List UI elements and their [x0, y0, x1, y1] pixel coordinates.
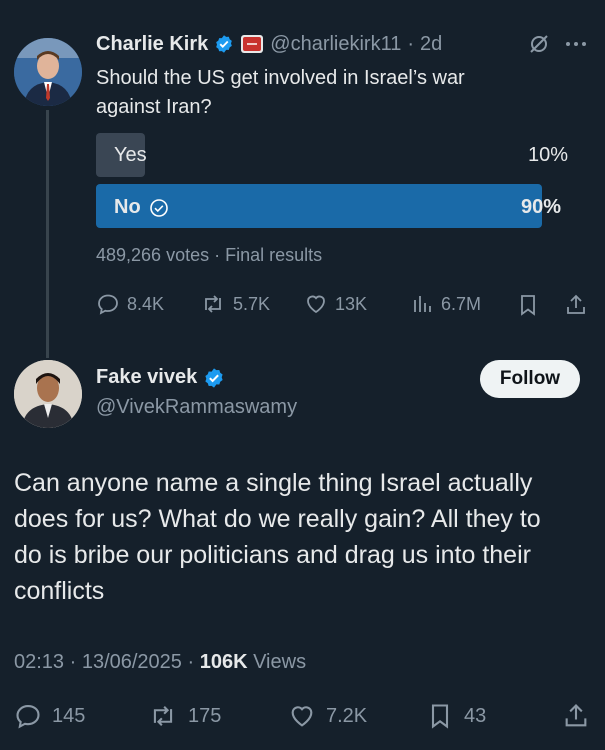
like-action[interactable]: 7.2K: [288, 702, 367, 730]
post-text-line: conflicts: [14, 577, 105, 605]
like-count: 7.2K: [326, 704, 368, 727]
author-name[interactable]: Charlie Kirk: [96, 33, 208, 56]
grok-icon[interactable]: [528, 33, 550, 55]
fake-vivek-avatar[interactable]: [14, 360, 82, 428]
bookmark-icon[interactable]: [516, 293, 540, 317]
dot-separator: ·: [407, 32, 415, 55]
affiliate-flag-icon: [240, 34, 264, 54]
post-meta: 02:13 · 13/06/2025 · 106K Views: [14, 651, 307, 673]
poll-meta: 489,266 votes · Final results: [96, 245, 323, 265]
poll-status: Final results: [225, 245, 323, 265]
poll-option-yes-percent: 10%: [528, 144, 569, 166]
views-label: Views: [253, 651, 307, 673]
poll-option-no: No: [114, 196, 169, 219]
share-icon[interactable]: [562, 702, 590, 730]
check-circle-icon: [149, 198, 169, 218]
author-handle[interactable]: @charliekirk11: [270, 33, 401, 56]
post-text-line: does for us? What do we really gain? All…: [14, 505, 541, 533]
views-count: 6.7M: [441, 293, 482, 314]
repost-icon: [153, 706, 173, 726]
more-options-icon[interactable]: [564, 33, 588, 55]
reply-count: 8.4K: [127, 293, 165, 314]
quoted-header: Charlie Kirk @charliekirk11 · 2d: [96, 30, 442, 58]
charlie-kirk-avatar[interactable]: [14, 38, 82, 106]
post-text-line: do is bribe our politicians and drag us …: [14, 541, 531, 569]
views-count: 106K: [199, 651, 248, 673]
repost-action[interactable]: 175: [148, 702, 221, 730]
poll-votes: 489,266 votes: [96, 245, 210, 265]
post-text-line: Can anyone name a single thing Israel ac…: [14, 469, 533, 497]
repost-count: 5.7K: [233, 293, 271, 314]
bookmark-action[interactable]: 43: [426, 702, 486, 730]
post-timestamp[interactable]: 02:13 · 13/06/2025: [14, 651, 182, 673]
main-post-text: Can anyone name a single thing Israel ac…: [14, 465, 541, 609]
author-name[interactable]: Fake vivek: [96, 366, 197, 389]
quoted-text-line1: Should the US get involved in Israel’s w…: [96, 67, 465, 89]
share-icon[interactable]: [564, 293, 588, 317]
views-action[interactable]: 6.7M: [410, 292, 481, 316]
post-time[interactable]: 2d: [420, 33, 442, 56]
like-action[interactable]: 13K: [304, 292, 367, 316]
repost-icon: [205, 295, 221, 313]
quoted-text: Should the US get involved in Israel’s w…: [96, 64, 465, 122]
poll-option-no-label: No: [114, 196, 141, 218]
reply-icon: [16, 705, 40, 729]
reply-icon: [98, 294, 118, 315]
bookmark-icon: [431, 704, 449, 729]
follow-button[interactable]: Follow: [480, 360, 580, 398]
poll-option-yes-label: Yes: [114, 144, 147, 166]
verified-badge-icon: [214, 34, 234, 54]
verified-badge-icon: [203, 367, 225, 389]
reply-action[interactable]: 145: [14, 702, 85, 730]
analytics-icon: [414, 296, 431, 312]
repost-count: 175: [188, 704, 222, 727]
quoted-text-line2: against Iran?: [96, 96, 212, 118]
poll-option-no-percent: 90%: [521, 196, 562, 218]
heart-icon: [291, 706, 313, 727]
like-count: 13K: [335, 293, 368, 314]
thread-line: [46, 110, 49, 358]
heart-icon: [307, 295, 325, 314]
reply-count: 145: [52, 704, 86, 727]
author-handle[interactable]: @VivekRammaswamy: [96, 396, 297, 419]
reply-action[interactable]: 8.4K: [96, 292, 164, 316]
main-header: Fake vivek: [96, 366, 225, 389]
bookmark-count: 43: [464, 704, 487, 727]
repost-action[interactable]: 5.7K: [200, 292, 270, 316]
